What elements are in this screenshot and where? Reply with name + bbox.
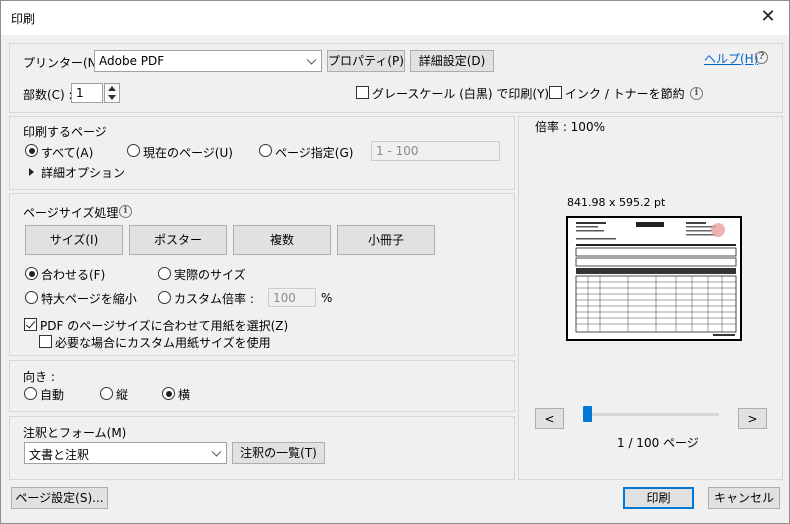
expand-triangle-icon[interactable] <box>29 168 34 176</box>
help-icon[interactable]: ? <box>755 51 768 64</box>
pages-current-label[interactable]: 現在のページ(U) <box>143 144 233 161</box>
actual-size-label[interactable]: 実際のサイズ <box>174 266 246 283</box>
pages-current-radio[interactable] <box>127 144 140 157</box>
copies-input[interactable]: 1 <box>71 83 103 103</box>
print-button[interactable]: 印刷 <box>623 487 694 509</box>
orientation-title: 向き : <box>23 370 55 384</box>
custom-paper-checkbox[interactable] <box>39 335 52 348</box>
comments-summary-button[interactable]: 注釈の一覧(T) <box>232 442 325 464</box>
page-indicator: 1 / 100 ページ <box>617 436 699 450</box>
chevron-down-icon <box>303 51 321 71</box>
save-ink-checkbox[interactable] <box>549 86 562 99</box>
orientation-auto-label[interactable]: 自動 <box>40 386 64 403</box>
close-icon[interactable]: ✕ <box>757 6 779 28</box>
page-preview <box>566 216 742 341</box>
stepper-up-icon[interactable] <box>108 86 116 91</box>
pages-range-input[interactable]: 1 - 100 <box>371 141 500 161</box>
page-preview-thumbnail <box>575 222 737 336</box>
orientation-landscape-label[interactable]: 横 <box>178 386 190 403</box>
window-title: 印刷 <box>11 12 36 26</box>
cancel-button[interactable]: キャンセル <box>708 487 780 509</box>
copies-stepper[interactable] <box>104 83 120 103</box>
custom-scale-input[interactable]: 100 <box>268 288 316 307</box>
shrink-radio[interactable] <box>25 291 38 304</box>
pages-all-radio[interactable] <box>25 144 38 157</box>
orientation-auto-radio[interactable] <box>24 387 37 400</box>
grayscale-checkbox[interactable] <box>356 86 369 99</box>
choose-paper-label[interactable]: PDF のページサイズに合わせて用紙を選択(Z) <box>40 317 288 334</box>
tab-size[interactable]: サイズ(I) <box>25 225 123 255</box>
pages-range-label[interactable]: ページ指定(G) <box>275 144 353 161</box>
print-dialog: 印刷 ✕ プリンター(N) : Adobe PDF プロパティ(P) 詳細設定(… <box>0 0 790 524</box>
stepper-down-icon[interactable] <box>108 95 116 100</box>
save-ink-label[interactable]: インク / トナーを節約 <box>565 85 685 102</box>
tab-multiple[interactable]: 複数 <box>233 225 331 255</box>
pages-all-label[interactable]: すべて(A) <box>41 144 93 161</box>
page-slider-track[interactable] <box>586 413 719 416</box>
advanced-button[interactable]: 詳細設定(D) <box>410 50 494 72</box>
choose-paper-checkbox[interactable] <box>24 318 37 331</box>
page-slider-thumb[interactable] <box>583 406 592 422</box>
orientation-portrait-label[interactable]: 縦 <box>116 386 128 403</box>
fit-radio[interactable] <box>25 267 38 280</box>
pages-range-value: 1 - 100 <box>376 144 419 158</box>
percent-label: % <box>321 291 333 305</box>
zoom-label: 倍率 : 100% <box>535 120 605 134</box>
page-size-label: 841.98 x 595.2 pt <box>567 196 666 209</box>
custom-scale-radio[interactable] <box>158 291 171 304</box>
copies-label: 部数(C) : <box>23 88 73 102</box>
copies-value: 1 <box>76 86 84 100</box>
comments-selected-value: 文書と注釈 <box>29 448 90 462</box>
more-options-label[interactable]: 詳細オプション <box>41 164 125 181</box>
comments-select[interactable]: 文書と注釈 <box>24 442 227 464</box>
custom-scale-value: 100 <box>273 291 296 305</box>
orientation-portrait-radio[interactable] <box>100 387 113 400</box>
orientation-panel <box>9 360 515 412</box>
next-page-button[interactable]: > <box>738 408 767 429</box>
pages-title: 印刷するページ <box>23 125 107 139</box>
shrink-label[interactable]: 特大ページを縮小 <box>41 290 137 307</box>
title-bar: 印刷 ✕ <box>1 1 789 35</box>
info-icon[interactable]: i <box>690 87 703 100</box>
prev-page-button[interactable]: < <box>535 408 564 429</box>
chevron-down-icon <box>208 443 226 463</box>
tab-poster[interactable]: ポスター <box>129 225 227 255</box>
custom-paper-label[interactable]: 必要な場合にカスタム用紙サイズを使用 <box>55 334 271 351</box>
help-link[interactable]: ヘルプ(H) <box>704 50 758 67</box>
custom-scale-label[interactable]: カスタム倍率 : <box>174 290 254 307</box>
sizing-title: ページサイズ処理 <box>23 206 119 220</box>
orientation-landscape-radio[interactable] <box>162 387 175 400</box>
properties-button[interactable]: プロパティ(P) <box>327 50 405 72</box>
sizing-info-icon[interactable]: i <box>119 205 132 218</box>
comments-title: 注釈とフォーム(M) <box>23 426 127 440</box>
printer-select[interactable]: Adobe PDF <box>94 50 322 72</box>
tab-booklet[interactable]: 小冊子 <box>337 225 435 255</box>
pages-range-radio[interactable] <box>259 144 272 157</box>
actual-size-radio[interactable] <box>158 267 171 280</box>
page-setup-button[interactable]: ページ設定(S)... <box>11 487 108 509</box>
grayscale-label[interactable]: グレースケール (白黒) で印刷(Y) <box>372 85 549 102</box>
fit-label[interactable]: 合わせる(F) <box>41 266 105 283</box>
printer-selected-value: Adobe PDF <box>99 54 165 68</box>
